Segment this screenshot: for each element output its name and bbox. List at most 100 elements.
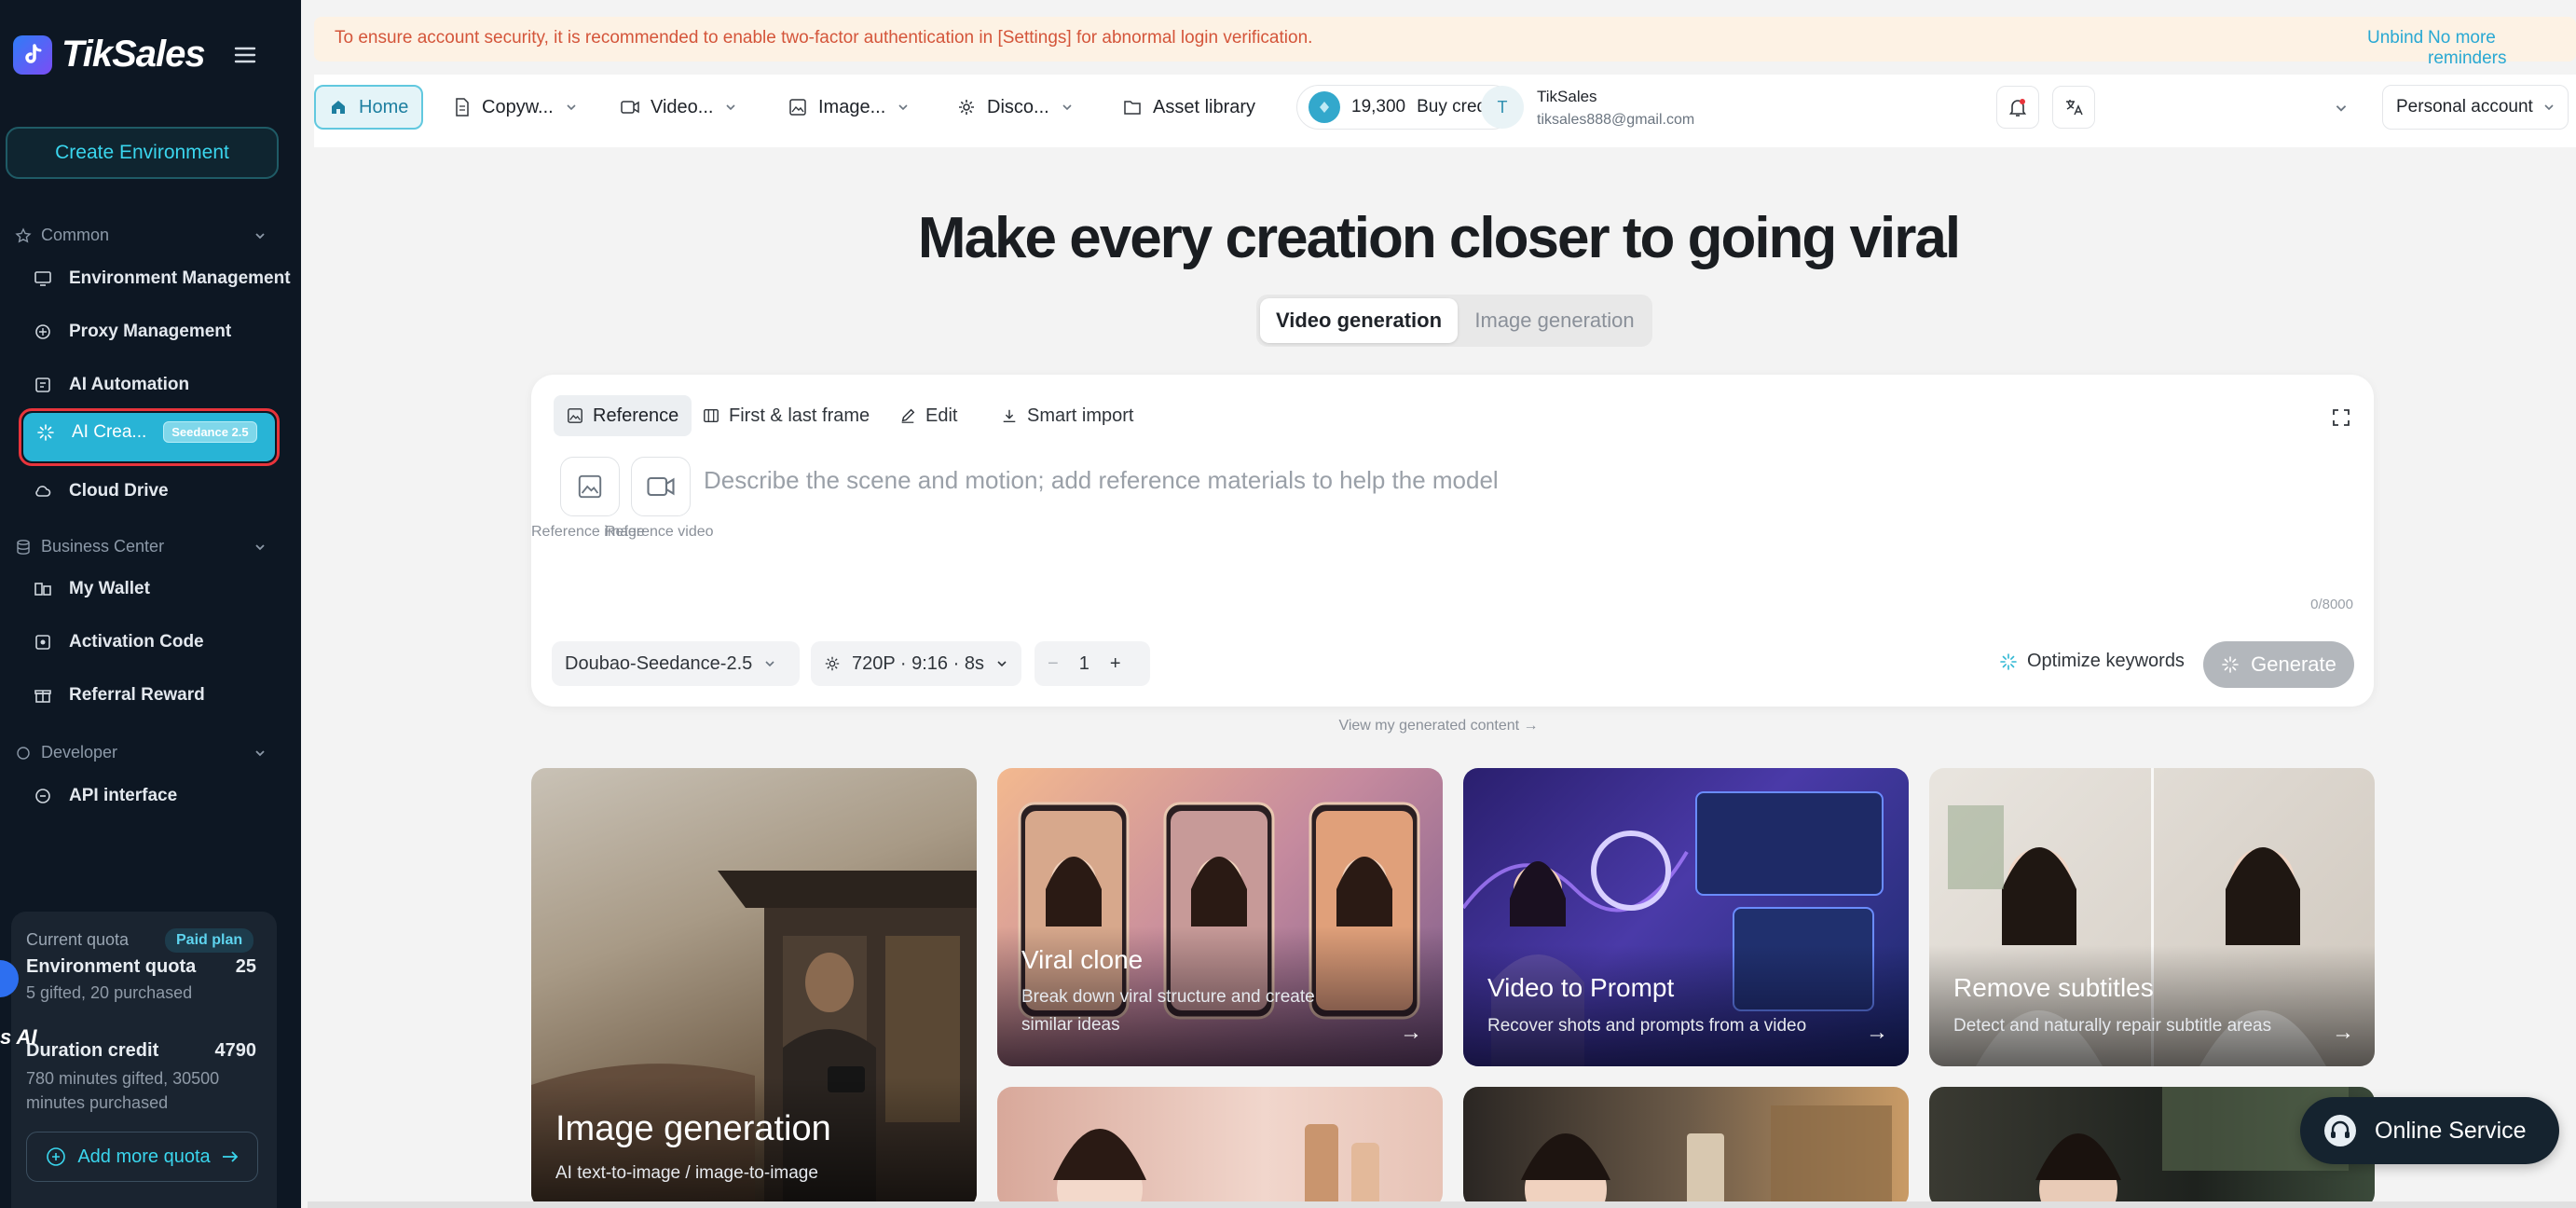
main-content: To ensure account security, it is recomm… [301,0,2576,1208]
fullscreen-icon[interactable] [2332,408,2350,427]
wallet-icon [34,583,51,596]
quota-label: Current quota [26,930,130,949]
sidebar-item-referral[interactable]: Referral Reward [34,685,301,706]
tab-image-generation[interactable]: Image generation [1461,298,1648,343]
tab-copywriting[interactable]: Copyw... [441,85,591,130]
sidebar-item-label: Cloud Drive [69,481,169,501]
key-icon [35,635,50,650]
reference-image-upload[interactable] [560,457,620,516]
tab-image[interactable]: Image... [775,85,923,130]
section-business-center[interactable]: Business Center [15,537,267,556]
arrow-right-icon: → [1866,1020,1888,1045]
tab-discover[interactable]: Disco... [944,85,1087,130]
user-name: TikSales [1537,88,1597,105]
tile-remove-subtitles[interactable]: Remove subtitles Detect and naturally re… [1929,768,2375,1066]
quota-panel: Current quota Paid plan Environment quot… [11,912,277,1208]
notice-text: To ensure account security, it is recomm… [335,28,1313,48]
tile-shade [1463,945,1909,1066]
sidebar-item-wallet[interactable]: My Wallet [34,579,301,599]
tile-video-to-prompt[interactable]: Video to Prompt Recover shots and prompt… [1463,768,1909,1066]
chevron-down-icon [1062,104,1072,111]
video-settings-select[interactable]: 720P · 9:16 · 8s [811,641,1021,686]
tab-assets-label: Asset library [1153,96,1256,117]
generate-button[interactable]: Generate [2203,641,2354,688]
pencil-icon [901,408,915,423]
home-icon [332,101,345,114]
seedance-badge: Seedance 2.5 [163,421,257,443]
tab-edit[interactable]: Edit [886,395,970,436]
brand-logo[interactable]: TikSales [13,34,206,76]
sidebar: TikSales Create Environment Common Envir… [0,0,301,1208]
cloud-icon [35,486,51,497]
chevron-down-icon [898,104,908,111]
quantity-stepper[interactable]: − 1 + [1035,641,1150,686]
chevron-down-icon [255,750,265,757]
create-environment-button[interactable]: Create Environment [6,127,279,179]
image-icon [578,474,602,499]
translate-button[interactable] [2052,86,2095,129]
chevron-down-icon [567,104,576,111]
tab-smart-import[interactable]: Smart import [988,395,1146,436]
paid-plan-badge: Paid plan [165,928,254,953]
tab-video-generation[interactable]: Video generation [1260,298,1458,343]
sidebar-item-label: Proxy Management [69,322,232,341]
chevron-down-icon [255,233,265,240]
sidebar-item-label: AI Automation [69,375,190,394]
gift-icon [34,690,51,703]
tab-video[interactable]: Video... [608,85,750,130]
view-generated-content-link[interactable]: View my generated content → [301,718,2576,734]
tab-frames-label: First & last frame [729,405,870,426]
section-common[interactable]: Common [15,226,267,245]
online-service-button[interactable]: Online Service [2300,1097,2559,1164]
environment-quota-detail: 5 gifted, 20 purchased [26,983,193,1002]
quantity-value: 1 [1078,652,1089,674]
tile-row2-2[interactable] [1463,1087,1909,1208]
prompt-input[interactable]: Describe the scene and motion; add refer… [704,466,1499,495]
tab-first-last-frame[interactable]: First & last frame [690,395,883,436]
sidebar-item-cloud-drive[interactable]: Cloud Drive [34,481,301,501]
brand-name: TikSales [62,34,206,75]
sidebar-item-api[interactable]: API interface [34,786,301,806]
sparkle-icon [37,423,54,441]
reference-video-upload[interactable] [631,457,691,516]
tile-subtitle: Recover shots and prompts from a video [1487,1016,1807,1036]
sidebar-item-automation[interactable]: AI Automation [34,375,301,395]
sidebar-item-proxy[interactable]: Proxy Management [34,322,301,342]
tab-asset-library[interactable]: Asset library [1110,85,1268,130]
tab-home[interactable]: Home [314,85,424,130]
sidebar-item-activation-code[interactable]: Activation Code [34,632,301,652]
tab-edit-label: Edit [925,405,958,426]
database-icon [17,539,30,555]
tile-viral-clone[interactable]: Viral clone Break down viral structure a… [997,768,1443,1066]
increment-button[interactable]: + [1110,653,1121,675]
no-more-reminders-link[interactable]: No more reminders [2428,28,2576,69]
tile-row2-1[interactable] [997,1087,1443,1208]
sidebar-item-ai-creation[interactable]: AI Crea... Seedance 2.5 [19,408,280,466]
image-icon [568,408,582,423]
decrement-button[interactable]: − [1048,653,1059,675]
add-more-quota-button[interactable]: Add more quota [26,1132,258,1182]
sidebar-item-environment[interactable]: Environment Management [34,268,301,289]
tab-reference[interactable]: Reference [554,395,692,436]
tile-shade [1929,945,2375,1066]
menu-toggle-icon[interactable] [233,45,257,65]
chevron-down-icon[interactable] [2334,101,2349,116]
optimize-keywords-button[interactable]: Optimize keywords [1999,651,2185,672]
unbind-link[interactable]: Unbind [2367,28,2423,48]
user-avatar[interactable]: T [1481,86,1524,129]
top-navigation: Home Copyw... Video... Image... Disco...… [314,75,2576,147]
section-developer[interactable]: Developer [15,743,267,762]
automation-icon [35,378,50,392]
sidebar-item-label: API interface [69,786,178,805]
proxy-icon [35,324,50,339]
plus-circle-icon [47,1147,66,1166]
model-select[interactable]: Doubao-Seedance-2.5 [552,641,800,686]
user-email: tiksales888@gmail.com [1537,112,1695,128]
tile-image-generation[interactable]: Image generation AI text-to-image / imag… [531,768,977,1208]
settings-icon [825,656,840,671]
tab-discover-label: Disco... [987,96,1049,117]
horizontal-scrollbar[interactable] [308,1201,2576,1208]
notification-button[interactable] [1996,86,2039,129]
generate-label: Generate [2251,652,2336,676]
account-switcher[interactable]: Personal account [2382,85,2569,130]
